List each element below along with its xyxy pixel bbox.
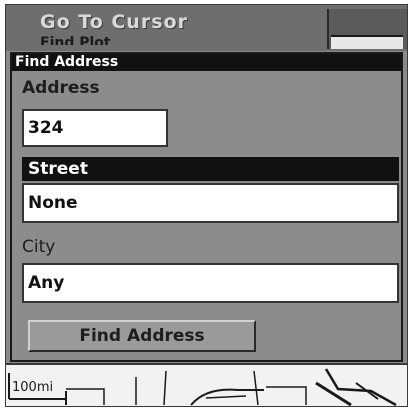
- city-field[interactable]: Any: [22, 263, 399, 303]
- street-label: Street: [22, 157, 399, 181]
- address-label: Address: [22, 78, 100, 98]
- map-view[interactable]: 100mi: [6, 363, 407, 406]
- address-field[interactable]: 324: [22, 109, 168, 147]
- find-address-button[interactable]: Find Address: [28, 320, 256, 352]
- menu-item-go-to-cursor[interactable]: Go To Cursor: [40, 11, 188, 33]
- map-roads: [8, 368, 397, 406]
- dialog-title: Find Address: [12, 54, 401, 71]
- street-field[interactable]: None: [22, 183, 399, 223]
- city-label: City: [22, 237, 56, 257]
- background-menu: Go To Cursor Find Plot: [6, 5, 407, 51]
- mini-map-preview: [327, 9, 407, 49]
- find-address-dialog: Find Address Address 324 Street None Cit…: [10, 52, 403, 362]
- mini-map-inner: [331, 35, 403, 49]
- gps-screen: Go To Cursor Find Plot Find Address Addr…: [5, 4, 408, 407]
- map-scale-label: 100mi: [12, 380, 54, 395]
- road-lines: [66, 368, 397, 406]
- menu-item-find-partial[interactable]: Find Plot: [40, 35, 111, 45]
